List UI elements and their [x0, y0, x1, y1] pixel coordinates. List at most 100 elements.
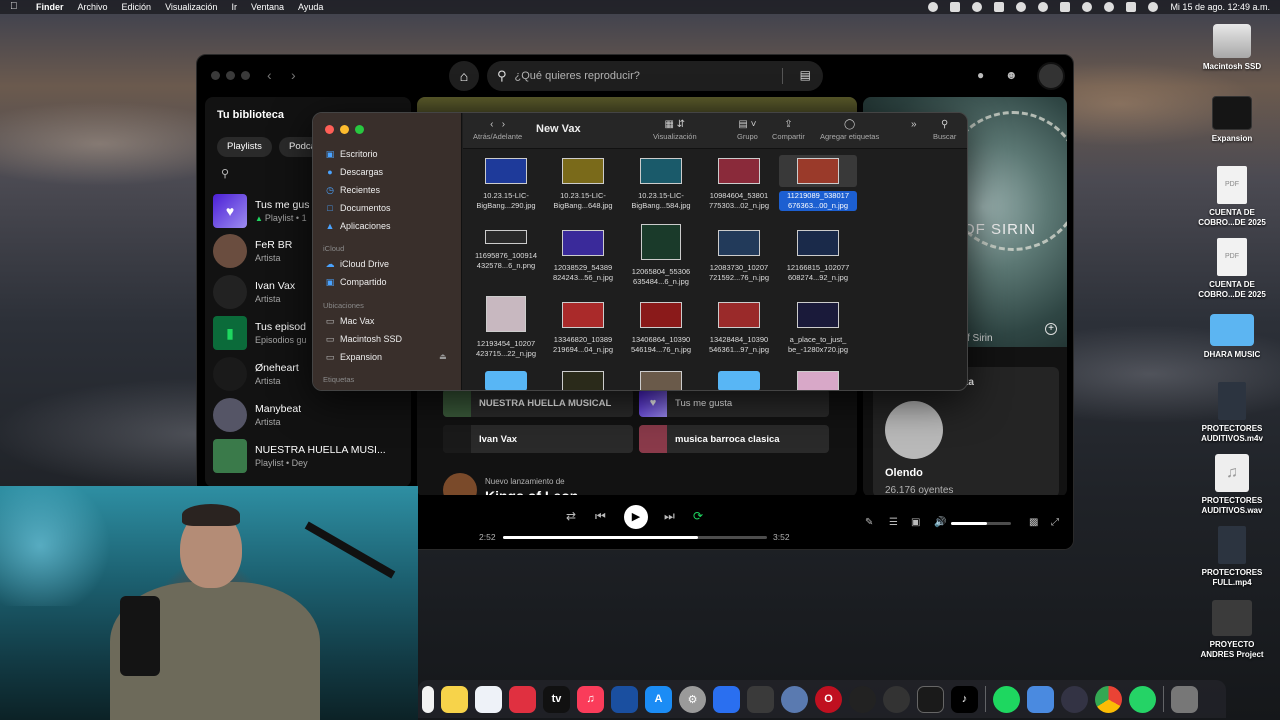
menu-visualizacion[interactable]: Visualización: [165, 2, 217, 12]
menu-archivo[interactable]: Archivo: [78, 2, 108, 12]
tiktok-icon[interactable]: ♪: [951, 685, 978, 713]
artist-name[interactable]: Olendo: [885, 467, 923, 479]
play-button[interactable]: ▶: [624, 505, 648, 529]
file-item[interactable]: a_place_to_just_ be_-1280x720.jpg: [779, 299, 857, 355]
bell-icon[interactable]: ●: [977, 68, 984, 82]
whatsapp-icon[interactable]: [1129, 685, 1156, 713]
back-forward-button[interactable]: ‹ › Atrás/Adelante: [473, 119, 522, 141]
app-store-icon[interactable]: A: [645, 685, 672, 713]
dock-app-drive[interactable]: [781, 685, 808, 713]
desktop-icon-proyecto-andres[interactable]: PROYECTO ANDRES Project: [1187, 600, 1277, 660]
opera-icon[interactable]: O: [815, 685, 842, 713]
file-item[interactable]: 12193454_10207 423715...22_n.jpg: [467, 293, 545, 359]
minimize-icon[interactable]: [340, 125, 349, 134]
dock-app-bananas[interactable]: [747, 685, 774, 713]
previous-icon[interactable]: ⏮: [595, 509, 606, 524]
desktop-icon-macintosh-ssd[interactable]: Macintosh SSD: [1187, 24, 1277, 72]
control-center-icon[interactable]: [1126, 2, 1137, 12]
status-cloud-icon[interactable]: [950, 2, 961, 12]
menu-clock[interactable]: Mi 15 de ago. 12:49 a.m.: [1170, 2, 1270, 12]
chip-playlists[interactable]: Playlists: [217, 137, 272, 157]
dock-app-logic[interactable]: [917, 685, 944, 713]
user-avatar[interactable]: [1037, 62, 1065, 90]
progress-bar[interactable]: [503, 536, 767, 539]
lyrics-icon[interactable]: ✎: [865, 517, 873, 528]
volume-icon[interactable]: 🔊: [934, 517, 946, 528]
zoom-icon[interactable]: [355, 125, 364, 134]
miniplayer-icon[interactable]: ▩: [1029, 517, 1038, 528]
menu-ventana[interactable]: Ventana: [251, 2, 284, 12]
file-item[interactable]: 12166815_102077 608274...92_n.jpg: [779, 227, 857, 283]
sidebar-item-icloud-drive[interactable]: ☁ iCloud Drive: [325, 257, 390, 271]
file-item[interactable]: 11695876_100914 432578...6_n.png: [467, 227, 545, 271]
close-icon[interactable]: [325, 125, 334, 134]
desktop-icon-dhara-music[interactable]: DHARA MUSIC: [1187, 314, 1277, 360]
shortcut-tile[interactable]: ♥ Tus me gusta: [639, 389, 829, 417]
repeat-icon[interactable]: ⟳: [693, 509, 703, 523]
dock-app-gear[interactable]: [1027, 685, 1054, 713]
cast-app-icon[interactable]: [509, 685, 536, 713]
file-item[interactable]: 13406864_10390 546194...76_n.jpg: [622, 299, 700, 355]
battery-icon[interactable]: [1060, 2, 1071, 12]
back-arrow-icon[interactable]: ‹: [267, 67, 272, 83]
sidebar-item-macintosh-ssd[interactable]: ▭ Macintosh SSD: [325, 332, 402, 346]
menu-app-name[interactable]: Finder: [36, 2, 64, 12]
new-release[interactable]: Nuevo lanzamiento de Kings of Leon: [443, 473, 578, 497]
home-button[interactable]: ⌂: [449, 61, 479, 91]
audio-tool-icon[interactable]: [849, 685, 876, 713]
fullscreen-icon[interactable]: ⤢: [1051, 517, 1059, 528]
desktop-icon-cuenta-1[interactable]: PDF CUENTA DE COBRO...DE 2025: [1187, 166, 1277, 228]
shortcut-tile[interactable]: NUESTRA HUELLA MUSICAL: [443, 389, 633, 417]
tags-button[interactable]: ◯ Agregar etiquetas: [820, 119, 879, 141]
sidebar-item-escritorio[interactable]: ▣ Escritorio: [325, 147, 378, 161]
music-app-icon[interactable]: ♫: [577, 685, 604, 713]
menu-edicion[interactable]: Edición: [122, 2, 152, 12]
desktop-icon-protectores-mp4[interactable]: PROTECTORES FULL.mp4: [1187, 526, 1277, 588]
file-item[interactable]: [779, 371, 857, 390]
status-play-icon[interactable]: [1016, 2, 1027, 12]
desktop-icon-protectores-wav[interactable]: ♫ PROTECTORES AUDITIVOS.wav: [1187, 454, 1277, 516]
file-item[interactable]: 10984604_53801 775303...02_n.jpg: [700, 155, 778, 211]
status-grid-icon[interactable]: [994, 2, 1005, 12]
file-item[interactable]: 12083730_10207 721592...76_n.jpg: [700, 227, 778, 283]
folder-item[interactable]: [700, 371, 778, 390]
notes-app-icon[interactable]: [441, 685, 468, 713]
sidebar-item-expansion[interactable]: ▭ Expansion: [325, 350, 382, 364]
chrome-icon[interactable]: [1095, 685, 1122, 713]
file-item[interactable]: [544, 371, 622, 390]
group-button[interactable]: ▤ ˅ Grupo: [737, 119, 758, 141]
status-record-icon[interactable]: [1038, 2, 1049, 12]
audio-app-icon[interactable]: [611, 685, 638, 713]
shortcut-tile[interactable]: musica barroca clasica: [639, 425, 829, 453]
file-item[interactable]: 13428484_10390 546361...97_n.jpg: [700, 299, 778, 355]
file-item[interactable]: 10.23.15-LIC- BigBang...290.jpg: [467, 155, 545, 211]
track-artist[interactable]: f Sirin: [967, 333, 993, 344]
folder-item[interactable]: [467, 371, 545, 390]
siri-icon[interactable]: [1148, 2, 1159, 12]
sidebar-item-mac-vax[interactable]: ▭ Mac Vax: [325, 314, 375, 328]
library-title[interactable]: Tu biblioteca: [217, 109, 284, 121]
forward-arrow-icon[interactable]: ›: [291, 67, 296, 83]
add-to-library-icon[interactable]: +: [1045, 323, 1057, 335]
status-app-icon[interactable]: [928, 2, 939, 12]
sidebar-item-recientes[interactable]: ◷ Recientes: [325, 183, 380, 197]
more-button[interactable]: »: [911, 119, 917, 132]
menu-ayuda[interactable]: Ayuda: [298, 2, 323, 12]
file-item[interactable]: 12038529_54389 824243...56_n.jpg: [544, 227, 622, 283]
search-button[interactable]: ⚲ Buscar: [933, 119, 956, 141]
spotify-search-input[interactable]: ⚲ ¿Qué quieres reproducir? ▤: [487, 61, 823, 91]
desktop-icon-protectores-m4v[interactable]: PROTECTORES AUDITIVOS.m4v: [1187, 382, 1277, 444]
search-icon[interactable]: [1104, 2, 1115, 12]
file-item[interactable]: 10.23.15-LIC- BigBang...648.jpg: [544, 155, 622, 211]
friends-icon[interactable]: ☻: [1005, 68, 1018, 82]
desktop-icon-cuenta-2[interactable]: PDF CUENTA DE COBRO...DE 2025: [1187, 238, 1277, 300]
freeform-app-icon[interactable]: [475, 685, 502, 713]
eject-icon[interactable]: ⏏: [439, 352, 447, 361]
spotify-icon[interactable]: [993, 685, 1020, 713]
file-item[interactable]: 10.23.15-LIC- BigBang...584.jpg: [622, 155, 700, 211]
system-settings-icon[interactable]: ⚙: [679, 685, 706, 713]
shortcut-tile[interactable]: Ivan Vax: [443, 425, 633, 453]
dock-app-partial[interactable]: [422, 685, 434, 713]
dock-app-blue[interactable]: [713, 685, 740, 713]
browse-icon[interactable]: ▤: [800, 68, 811, 82]
